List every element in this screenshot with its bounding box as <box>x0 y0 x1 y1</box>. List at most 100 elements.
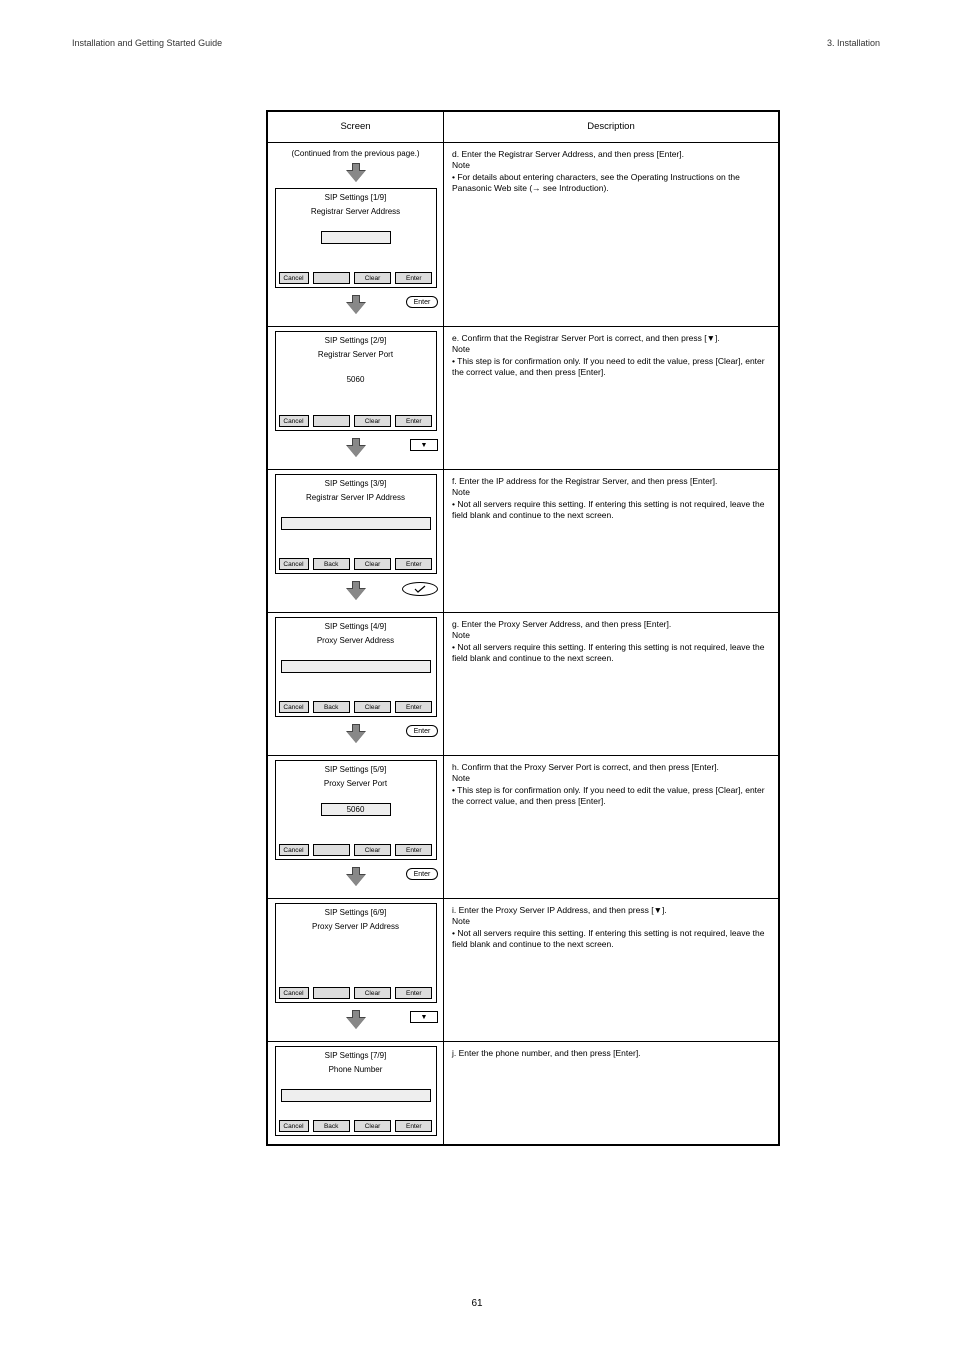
softkey <box>313 272 350 284</box>
screen-field-label: Proxy Server IP Address <box>279 922 433 932</box>
step-row: SIP Settings [5/9] Proxy Server Port 5060 C… <box>268 756 779 899</box>
softkey: Clear <box>354 272 391 284</box>
step-row: SIP Settings [7/9] Phone Number Cancel Bac… <box>268 1042 779 1145</box>
down-arrow-icon <box>345 293 367 315</box>
softkey: Back <box>313 701 350 713</box>
softkey: Enter <box>395 987 432 999</box>
screen-mockup: SIP Settings [2/9] Registrar Server Port 5… <box>275 331 437 431</box>
softkey: Cancel <box>279 844 309 856</box>
step-row: SIP Settings [6/9] Proxy Server IP Addres… <box>268 899 779 1042</box>
screen-mockup: SIP Settings [6/9] Proxy Server IP Addres… <box>275 903 437 1003</box>
screen-title: SIP Settings [5/9] <box>279 765 433 775</box>
softkey: Clear <box>354 558 391 570</box>
screen-title: SIP Settings [2/9] <box>279 336 433 346</box>
down-arrow-icon <box>345 1008 367 1030</box>
softkey: Cancel <box>279 415 309 427</box>
screen-title: SIP Settings [6/9] <box>279 908 433 918</box>
screen-mockup: SIP Settings [1/9] Registrar Server Addre… <box>275 188 437 288</box>
screen-input-value: 5060 <box>321 803 391 816</box>
press-key-indicator <box>402 582 438 596</box>
screen-title: SIP Settings [4/9] <box>279 622 433 632</box>
screen-input-value <box>281 517 431 530</box>
softkey: Enter <box>395 844 432 856</box>
description-cell: h. Confirm that the Proxy Server Port is… <box>444 756 779 899</box>
page-number: 61 <box>0 1298 954 1309</box>
screen-field-label: Registrar Server Port <box>279 350 433 360</box>
screen-field-label: Registrar Server IP Address <box>279 493 433 503</box>
step-row: (Continued from the previous page.) SIP S… <box>268 143 779 327</box>
softkey: Clear <box>354 701 391 713</box>
softkey-row: Cancel Back Clear Enter <box>279 701 433 713</box>
softkey-row: Cancel Back Clear Enter <box>279 1120 433 1132</box>
screen-input-value <box>352 946 358 957</box>
screen-cell: SIP Settings [2/9] Registrar Server Port 5… <box>268 327 444 470</box>
screen-field-label: Phone Number <box>279 1065 433 1075</box>
step-row: SIP Settings [2/9] Registrar Server Port 5… <box>268 327 779 470</box>
col-header-description: Description <box>444 112 779 143</box>
screen-mockup: SIP Settings [7/9] Phone Number Cancel Bac… <box>275 1046 437 1136</box>
step-row: SIP Settings [4/9] Proxy Server Address C… <box>268 613 779 756</box>
softkey: Clear <box>354 844 391 856</box>
press-key-indicator: Enter <box>406 296 438 308</box>
down-arrow-icon <box>345 722 367 744</box>
header-right: 3. Installation <box>827 38 880 48</box>
description-cell: j. Enter the phone number, and then pres… <box>444 1042 779 1145</box>
screen-input-value <box>321 231 391 244</box>
softkey-row: Cancel Clear Enter <box>279 844 433 856</box>
screen-input-value <box>281 660 431 673</box>
down-arrow-icon <box>345 579 367 601</box>
softkey: Back <box>313 1120 350 1132</box>
screen-input-value <box>281 1089 431 1102</box>
softkey <box>313 844 350 856</box>
softkey <box>313 415 350 427</box>
softkey: Cancel <box>279 272 309 284</box>
screen-cell: SIP Settings [5/9] Proxy Server Port 5060 C… <box>268 756 444 899</box>
continued-from: (Continued from the previous page.) <box>271 149 440 158</box>
description-cell: f. Enter the IP address for the Registra… <box>444 470 779 613</box>
press-key-indicator: ▼ <box>410 1011 438 1023</box>
softkey: Enter <box>395 701 432 713</box>
screen-title: SIP Settings [3/9] <box>279 479 433 489</box>
screen-mockup: SIP Settings [3/9] Registrar Server IP Ad… <box>275 474 437 574</box>
softkey: Enter <box>395 1120 432 1132</box>
screen-mockup: SIP Settings [5/9] Proxy Server Port 5060 C… <box>275 760 437 860</box>
screen-cell: SIP Settings [6/9] Proxy Server IP Addres… <box>268 899 444 1042</box>
screen-field-label: Proxy Server Port <box>279 779 433 789</box>
softkey: Cancel <box>279 987 309 999</box>
softkey: Cancel <box>279 1120 309 1132</box>
down-arrow-icon <box>345 436 367 458</box>
description-cell: e. Confirm that the Registrar Server Por… <box>444 327 779 470</box>
screen-title: SIP Settings [1/9] <box>279 193 433 203</box>
softkey <box>313 987 350 999</box>
screen-mockup: SIP Settings [4/9] Proxy Server Address C… <box>275 617 437 717</box>
screen-input-value: 5060 <box>345 374 367 385</box>
softkey-row: Cancel Clear Enter <box>279 272 433 284</box>
softkey: Clear <box>354 987 391 999</box>
softkey: Cancel <box>279 558 309 570</box>
steps-table: Screen Description (Continued from the p… <box>266 110 780 1146</box>
screen-field-label: Proxy Server Address <box>279 636 433 646</box>
description-cell: g. Enter the Proxy Server Address, and t… <box>444 613 779 756</box>
screen-title: SIP Settings [7/9] <box>279 1051 433 1061</box>
screen-cell: SIP Settings [4/9] Proxy Server Address C… <box>268 613 444 756</box>
screen-cell: SIP Settings [7/9] Phone Number Cancel Bac… <box>268 1042 444 1145</box>
softkey: Enter <box>395 272 432 284</box>
col-header-screen: Screen <box>268 112 444 143</box>
softkey: Clear <box>354 1120 391 1132</box>
press-key-indicator: Enter <box>406 725 438 737</box>
screen-cell: SIP Settings [3/9] Registrar Server IP Ad… <box>268 470 444 613</box>
description-cell: d. Enter the Registrar Server Address, a… <box>444 143 779 327</box>
softkey-row: Cancel Back Clear Enter <box>279 558 433 570</box>
screen-cell: (Continued from the previous page.) SIP S… <box>268 143 444 327</box>
down-arrow-icon <box>345 161 367 183</box>
softkey: Enter <box>395 558 432 570</box>
press-key-indicator: Enter <box>406 868 438 880</box>
softkey: Clear <box>354 415 391 427</box>
softkey-row: Cancel Clear Enter <box>279 987 433 999</box>
softkey: Cancel <box>279 701 309 713</box>
press-key-indicator: ▼ <box>410 439 438 451</box>
softkey-row: CancelClearEnter <box>279 415 433 427</box>
down-arrow-icon <box>345 865 367 887</box>
screen-field-label: Registrar Server Address <box>279 207 433 217</box>
softkey: Back <box>313 558 350 570</box>
